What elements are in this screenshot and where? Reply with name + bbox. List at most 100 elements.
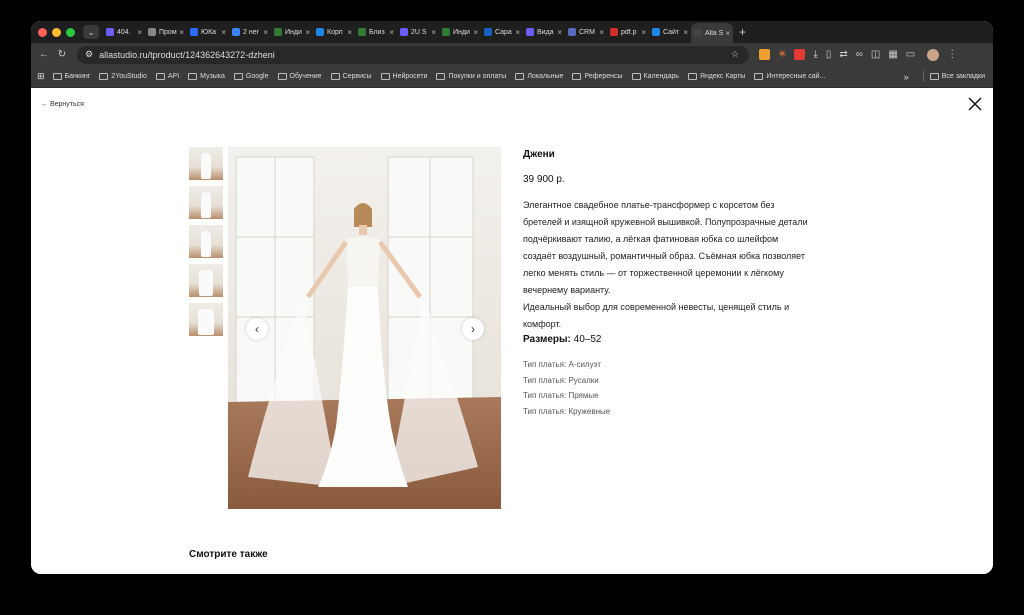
address-bar[interactable]: ⚙ allastudio.ru/tproduct/124362643272-dz… [77,45,749,64]
browser-tab[interactable]: Корп × [313,24,355,40]
bookmark-item[interactable]: Локальные [515,73,563,80]
maximize-window-button[interactable] [66,27,75,37]
minimize-window-button[interactable] [52,27,61,37]
browser-tab[interactable]: pdf.p × [607,24,649,40]
browser-tab[interactable]: Вида × [523,24,565,40]
browser-tab[interactable]: Инди × [271,24,313,40]
bookmark-item[interactable]: Покупки и оплаты [436,73,506,80]
tab-close-icon[interactable]: × [221,28,226,37]
product-thumbnail[interactable] [189,186,223,219]
browser-tab[interactable]: Пром × [145,24,187,40]
bookmark-item[interactable]: 2YouStudio [99,73,147,80]
tab-close-icon[interactable]: × [263,28,268,37]
clipboard-icon[interactable]: ▯ [826,49,832,60]
tab-close-icon[interactable]: × [641,28,646,37]
tab-favicon-icon [694,29,702,37]
sidebar-icon[interactable]: ▭ [906,49,915,60]
dress-type-tag[interactable]: Тип платья: Прямые [523,388,843,404]
tab-close-icon[interactable]: × [137,28,142,37]
description-line: Идеальный выбор для современной невесты,… [523,302,790,312]
product-thumbnail[interactable] [189,303,223,336]
description-line: Элегантное свадебное платье-трансформер … [523,200,775,210]
browser-tab[interactable]: Инди × [439,24,481,40]
bookmark-label: Обучение [289,73,322,80]
tab-label: Сара [495,28,512,36]
tab-close-icon[interactable]: × [557,28,562,37]
download-icon[interactable]: ⤓ [813,49,817,60]
dress-type-tag[interactable]: Тип платья: Русалки [523,373,843,389]
browser-tab[interactable]: Alla S × [691,23,733,43]
next-image-button[interactable]: › [462,318,484,340]
browser-tab[interactable]: Сара × [481,24,523,40]
product-name: Джени [523,149,555,160]
bookmark-item[interactable]: Банкинг [52,73,90,80]
tab-close-icon[interactable]: × [347,28,352,37]
bookmark-item[interactable]: Сервисы [330,73,372,80]
apps-grid-icon[interactable]: ⊞ [37,71,45,82]
description-line: вечернему варианту. [523,285,611,295]
extension-icon[interactable] [794,49,806,60]
all-bookmarks-link[interactable]: Все закладки [942,73,985,80]
bookmark-item[interactable]: Референсы [572,73,623,80]
new-tab-button[interactable]: + [739,25,746,39]
tab-close-icon[interactable]: × [473,28,478,37]
dress-type-tag[interactable]: Тип платья: А-силуэт [523,357,843,373]
folder-icon [929,73,939,80]
tab-close-icon[interactable]: × [179,28,184,37]
profile-avatar[interactable] [927,48,940,61]
bookmark-item[interactable]: Интересные сай... [754,73,825,80]
close-icon[interactable] [967,96,983,112]
bookmark-star-icon[interactable]: ☆ [731,49,739,60]
previous-image-button[interactable]: ‹ [246,318,268,340]
tab-close-icon[interactable]: × [389,28,394,37]
dress-type-tag[interactable]: Тип платья: Кружевные [523,404,843,420]
link-icon[interactable]: ∞ [856,49,863,60]
tab-close-icon[interactable]: × [599,28,604,37]
browser-tab[interactable]: ЮКа × [187,24,229,40]
extension-icon[interactable] [759,49,770,60]
folder-icon [572,73,582,80]
tab-close-icon[interactable]: × [431,28,436,37]
product-info: Джени 39 900 р. Элегантное свадебное пла… [523,147,843,419]
product-thumbnail[interactable] [189,147,223,180]
tab-label: 2U S [411,28,427,36]
qr-code-icon[interactable]: ▦ [888,49,897,60]
browser-tab[interactable]: 2U S × [397,24,439,40]
tab-label: 2 нег [243,28,260,36]
bookmarks-right: » Все закладки [904,71,993,82]
browser-tab[interactable]: 404. × [103,24,145,40]
menu-dots-icon[interactable]: ⋮ [947,49,957,60]
tab-search-chevron-icon[interactable]: ⌄ [83,25,99,39]
site-info-icon[interactable]: ⚙ [85,49,93,60]
description-line: бретелей и изящной кружевной вышивкой. П… [523,217,808,227]
extension-icon[interactable]: ◫ [871,49,880,60]
more-bookmarks-chevron-icon[interactable]: » [904,72,909,82]
back-link[interactable]: ← Вернуться [41,101,84,108]
bookmark-item[interactable]: Яндекс Карты [687,73,745,80]
browser-tab[interactable]: 2 нег × [229,24,271,40]
translate-icon[interactable]: ⇄ [839,49,847,60]
browser-tab[interactable]: Сайт × [649,24,691,40]
product-thumbnail[interactable] [189,225,223,258]
bookmark-item[interactable]: API [155,73,179,80]
browser-tab[interactable]: CRM × [565,24,607,40]
close-window-button[interactable] [38,27,47,37]
product-thumbnail[interactable] [189,264,223,297]
back-arrow-icon[interactable]: ← [35,49,53,60]
extension-icon[interactable]: ✳ [778,49,786,60]
bookmark-item[interactable]: Обучение [277,73,322,80]
bookmark-label: Покупки и оплаты [448,73,507,80]
toolbar: ← ↻ ⚙ allastudio.ru/tproduct/12436264327… [31,43,993,66]
browser-tab[interactable]: Близ × [355,24,397,40]
reload-icon[interactable]: ↻ [53,49,71,60]
tab-close-icon[interactable]: × [725,29,730,38]
bookmark-item[interactable]: Google [233,73,269,80]
sizes-label: Размеры: [523,334,571,345]
bookmark-item[interactable]: Календарь [631,73,679,80]
tab-close-icon[interactable]: × [683,28,688,37]
folder-icon [330,73,340,80]
bookmark-item[interactable]: Музыка [188,73,225,80]
tab-close-icon[interactable]: × [515,28,520,37]
tab-close-icon[interactable]: × [305,28,310,37]
bookmark-item[interactable]: Нейросети [380,73,427,80]
